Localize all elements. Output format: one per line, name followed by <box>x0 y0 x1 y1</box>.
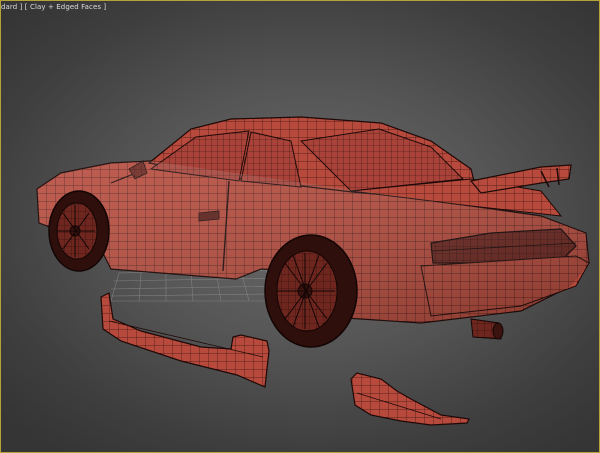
rear-wheel[interactable] <box>264 234 358 348</box>
front-wheel[interactable] <box>48 190 110 272</box>
viewport-scene <box>36 116 590 426</box>
rear-bumper-piece[interactable] <box>350 372 470 426</box>
side-skirt[interactable] <box>100 292 270 388</box>
viewport-perspective[interactable]: dard ] [ Clay + Edged Faces ] <box>0 0 600 453</box>
